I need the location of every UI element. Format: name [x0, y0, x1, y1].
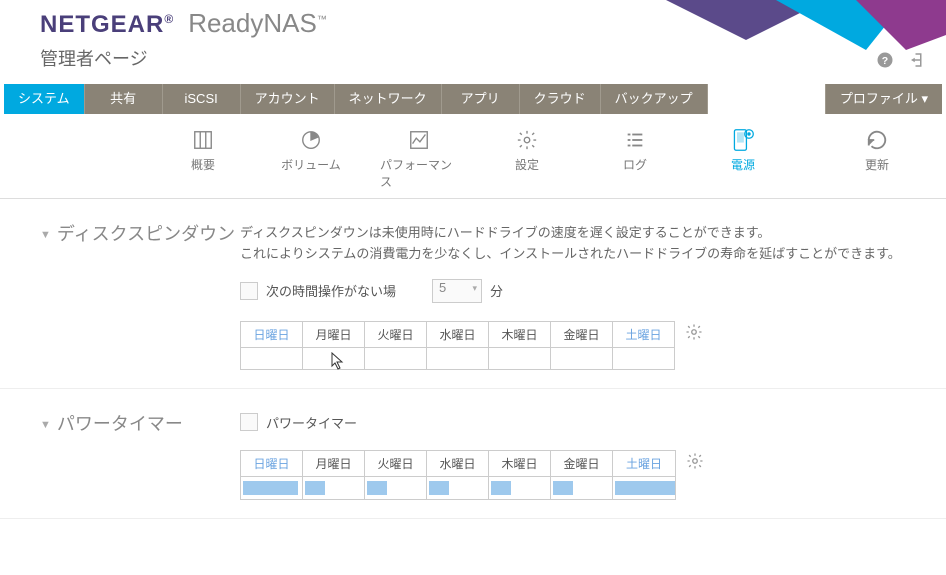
product-name: ReadyNAS™: [188, 8, 327, 39]
day-wed[interactable]: 水曜日: [427, 321, 489, 347]
day-wed[interactable]: 水曜日: [427, 450, 489, 476]
nav-iscsi[interactable]: iSCSI: [163, 84, 241, 114]
day-sat[interactable]: 土曜日: [613, 450, 676, 476]
spindown-description: ディスクスピンダウンは未使用時にハードドライブの速度を遅く設定することができます…: [240, 223, 916, 265]
gear-icon: [516, 128, 538, 152]
volume-icon: [300, 128, 322, 152]
nav-network[interactable]: ネットワーク: [335, 84, 442, 114]
subnav-label: 電源: [731, 156, 755, 173]
help-icon[interactable]: ?: [876, 51, 894, 74]
spindown-checkbox[interactable]: [240, 282, 258, 300]
spindown-settings-icon[interactable]: [685, 323, 703, 346]
subnav-log[interactable]: ログ: [596, 128, 674, 190]
day-mon[interactable]: 月曜日: [303, 321, 365, 347]
nav-system[interactable]: システム: [4, 84, 85, 114]
day-slot[interactable]: [427, 347, 489, 369]
sub-nav: 概要 ボリューム パフォーマンス 設定 ログ 電源 更新: [0, 114, 946, 199]
subnav-label: ログ: [623, 156, 647, 173]
spindown-day-table: 日曜日 月曜日 火曜日 水曜日 木曜日 金曜日 土曜日: [240, 321, 675, 370]
performance-icon: [408, 128, 430, 152]
day-slot[interactable]: [489, 476, 551, 499]
subnav-refresh[interactable]: 更新: [838, 128, 916, 173]
day-tue[interactable]: 火曜日: [365, 321, 427, 347]
day-slot[interactable]: [241, 476, 303, 499]
nav-profile[interactable]: プロファイル ▾: [825, 84, 942, 114]
log-icon: [624, 128, 646, 152]
day-slot[interactable]: [613, 347, 675, 369]
header: NETGEAR® ReadyNAS™ 管理者ページ ?: [0, 0, 946, 80]
minutes-unit: 分: [490, 281, 503, 300]
powertimer-checkbox[interactable]: [240, 413, 258, 431]
powertimer-day-table: 日曜日 月曜日 火曜日 水曜日 木曜日 金曜日 土曜日: [240, 450, 676, 500]
collapse-icon[interactable]: ▼: [40, 419, 51, 431]
day-slot[interactable]: [365, 476, 427, 499]
day-slot[interactable]: [489, 347, 551, 369]
brand-logo: NETGEAR®: [40, 11, 174, 39]
day-slot[interactable]: [613, 476, 676, 499]
subnav-volume[interactable]: ボリューム: [272, 128, 350, 190]
day-sun[interactable]: 日曜日: [241, 450, 303, 476]
spindown-checkbox-label: 次の時間操作がない場: [266, 281, 396, 300]
nav-cloud[interactable]: クラウド: [520, 84, 601, 114]
collapse-icon[interactable]: ▼: [40, 229, 51, 241]
nav-account[interactable]: アカウント: [241, 84, 335, 114]
section-powertimer: ▼ パワータイマー パワータイマー 日曜日 月曜日 火曜日 水曜日 木曜日 金曜…: [0, 389, 946, 519]
power-icon: [731, 128, 755, 152]
day-sun[interactable]: 日曜日: [241, 321, 303, 347]
svg-text:?: ?: [882, 55, 888, 67]
logout-icon[interactable]: [908, 51, 926, 74]
day-slot[interactable]: [241, 347, 303, 369]
subnav-overview[interactable]: 概要: [164, 128, 242, 190]
main-nav: システム 共有 iSCSI アカウント ネットワーク アプリ クラウド バックア…: [4, 84, 942, 114]
spindown-minutes-input[interactable]: 5: [432, 279, 482, 303]
subnav-label: 概要: [191, 156, 215, 173]
section-title: パワータイマー: [57, 413, 183, 436]
subnav-label: ボリューム: [281, 156, 341, 173]
subnav-label: 設定: [515, 156, 539, 173]
day-slot[interactable]: [427, 476, 489, 499]
subnav-performance[interactable]: パフォーマンス: [380, 128, 458, 190]
day-thu[interactable]: 木曜日: [489, 321, 551, 347]
subnav-label: パフォーマンス: [380, 156, 458, 190]
nav-apps[interactable]: アプリ: [442, 84, 520, 114]
powertimer-settings-icon[interactable]: [686, 452, 704, 475]
day-slot[interactable]: [303, 476, 365, 499]
subnav-power[interactable]: 電源: [704, 128, 782, 190]
powertimer-checkbox-label: パワータイマー: [266, 413, 357, 432]
section-title: ディスクスピンダウン: [57, 223, 235, 246]
subnav-label: 更新: [865, 156, 889, 173]
day-slot[interactable]: [551, 476, 613, 499]
section-spindown: ▼ ディスクスピンダウン ディスクスピンダウンは未使用時にハードドライブの速度を…: [0, 199, 946, 389]
day-thu[interactable]: 木曜日: [489, 450, 551, 476]
day-mon[interactable]: 月曜日: [303, 450, 365, 476]
day-slot[interactable]: [551, 347, 613, 369]
nav-backup[interactable]: バックアップ: [601, 84, 708, 114]
refresh-icon: [866, 128, 888, 152]
day-fri[interactable]: 金曜日: [551, 321, 613, 347]
subnav-settings[interactable]: 設定: [488, 128, 566, 190]
nav-shares[interactable]: 共有: [85, 84, 163, 114]
day-tue[interactable]: 火曜日: [365, 450, 427, 476]
day-fri[interactable]: 金曜日: [551, 450, 613, 476]
cursor-icon: [331, 352, 345, 370]
day-slot[interactable]: [365, 347, 427, 369]
overview-icon: [192, 128, 214, 152]
day-sat[interactable]: 土曜日: [613, 321, 675, 347]
